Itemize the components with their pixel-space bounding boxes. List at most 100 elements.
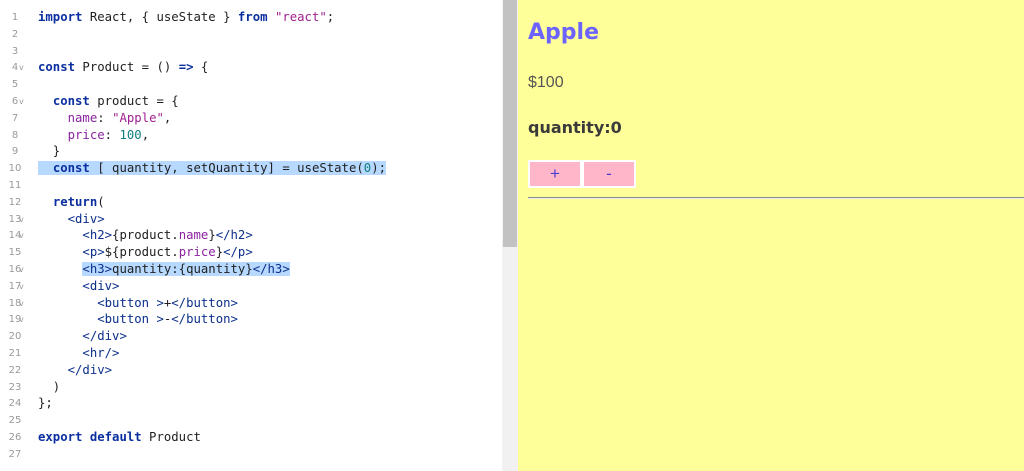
line-number: 7 — [11, 112, 19, 124]
code-token: <hr/> — [82, 346, 120, 360]
line-number: 27 — [8, 448, 22, 460]
code-token: price — [178, 245, 216, 260]
code-line[interactable]: 20 </div> — [0, 328, 502, 345]
code-token: </h2> — [215, 228, 253, 243]
code-token: </div> — [67, 362, 113, 377]
code-line[interactable]: 3 — [0, 43, 502, 60]
fold-chevron-icon[interactable]: v — [19, 311, 24, 328]
line-number: 15 — [8, 247, 22, 259]
code-line[interactable]: 7 name: "Apple", — [0, 110, 502, 127]
code-token: <button > — [97, 295, 164, 310]
code-token: import — [38, 10, 83, 24]
decrement-button[interactable]: - — [582, 160, 636, 188]
line-number: 12 — [8, 196, 22, 208]
code-text: <button >+</button> — [38, 295, 238, 312]
code-token: [ quantity, setQuantity] = useState( — [89, 161, 364, 176]
code-token: <h2> — [82, 228, 113, 243]
code-text: </div> — [38, 328, 126, 345]
code-token: : — [97, 110, 113, 125]
code-line[interactable]: 6v const product = { — [0, 93, 502, 110]
increment-button[interactable]: + — [528, 160, 582, 188]
fold-chevron-icon[interactable]: v — [19, 261, 24, 278]
code-token: Product = () — [75, 60, 179, 75]
code-line[interactable]: 18 v <button >+</button> — [0, 295, 502, 312]
code-line[interactable]: 26 export default Product — [0, 429, 502, 446]
divider — [528, 197, 1024, 199]
code-token: ${product. — [104, 245, 179, 260]
code-text: <div> — [38, 278, 119, 295]
preview-panel: Apple $100 quantity:0 + - — [518, 0, 1024, 471]
code-line[interactable]: 19 v <button >-</button> — [0, 311, 502, 328]
code-line[interactable]: 16 v <h3>quantity:{quantity}</h3> — [0, 261, 502, 278]
code-line[interactable]: 1 import React, { useState } from "react"… — [0, 9, 502, 26]
code-text: import React, { useState } from "react"; — [38, 9, 334, 26]
code-token: const — [52, 94, 90, 108]
code-text: ) — [38, 379, 60, 396]
code-line[interactable]: 9 } — [0, 143, 502, 160]
code-token: } — [208, 228, 216, 243]
code-line[interactable]: 21 <hr/> — [0, 345, 502, 362]
line-number: 9 — [11, 146, 19, 158]
line-number: 16 — [8, 264, 22, 275]
code-token: return — [52, 194, 98, 209]
code-text: <div> — [38, 211, 105, 228]
code-line[interactable]: 27 — [0, 446, 502, 463]
code-token: : — [104, 127, 120, 142]
code-line[interactable]: 23 ) — [0, 379, 502, 396]
line-number: 14 — [8, 230, 22, 242]
line-number: 23 — [8, 381, 22, 393]
code-token: <h3> — [82, 262, 113, 276]
code-line[interactable]: 5 — [0, 76, 502, 93]
code-line[interactable]: 25 — [0, 412, 502, 429]
line-number: 3 — [11, 45, 19, 57]
fold-chevron-icon[interactable]: v — [19, 278, 24, 295]
code-line[interactable]: 17 v <div> — [0, 278, 502, 295]
code-text: <p>${product.price}</p> — [38, 244, 252, 261]
editor-scrollbar-thumb[interactable] — [503, 0, 517, 247]
code-line[interactable]: 2 — [0, 26, 502, 43]
code-line[interactable]: 15 <p>${product.price}</p> — [0, 244, 502, 261]
code-line[interactable]: 12 return( — [0, 194, 502, 211]
line-number: 8 — [11, 129, 19, 141]
code-line[interactable]: 11 — [0, 177, 502, 194]
code-text: <button >-</button> — [38, 311, 238, 328]
line-number: 17 — [8, 280, 22, 292]
code-line[interactable]: 10 const [ quantity, setQuantity] = useS… — [0, 160, 502, 177]
code-token: name — [178, 228, 209, 243]
fold-chevron-icon[interactable]: v — [19, 59, 24, 76]
code-token: <button > — [97, 312, 164, 327]
line-number: 4 — [11, 62, 19, 74]
code-editor[interactable]: 1 import React, { useState } from "react"… — [0, 0, 502, 471]
code-line[interactable]: 22 </div> — [0, 362, 502, 379]
code-text: const product = { — [38, 93, 179, 110]
code-token: } — [215, 245, 224, 260]
code-text: name: "Apple", — [38, 110, 172, 127]
code-token: from — [237, 10, 268, 24]
code-line[interactable]: 14 v <h2>{product.name}</h2> — [0, 227, 502, 244]
code-text: const Product = () => { — [38, 59, 208, 76]
code-token: <div> — [82, 278, 120, 293]
code-token: React, { useState } — [82, 10, 238, 24]
fold-chevron-icon[interactable]: v — [19, 211, 24, 228]
fold-chevron-icon[interactable]: v — [19, 93, 24, 110]
code-line[interactable]: 4 v const Product = () => { — [0, 59, 502, 76]
code-token: const — [38, 60, 76, 75]
code-line[interactable]: 24}; — [0, 395, 502, 412]
code-line[interactable]: 13 v <div> — [0, 211, 502, 228]
fold-chevron-icon[interactable]: v — [19, 227, 24, 244]
code-text: <hr/> — [38, 345, 119, 362]
code-line[interactable]: 8 price: 100, — [0, 127, 502, 144]
code-token: ); — [371, 161, 386, 176]
fold-chevron-icon[interactable]: v — [19, 295, 24, 312]
line-number: 25 — [8, 415, 22, 427]
code-text: <h2>{product.name}</h2> — [38, 227, 253, 244]
